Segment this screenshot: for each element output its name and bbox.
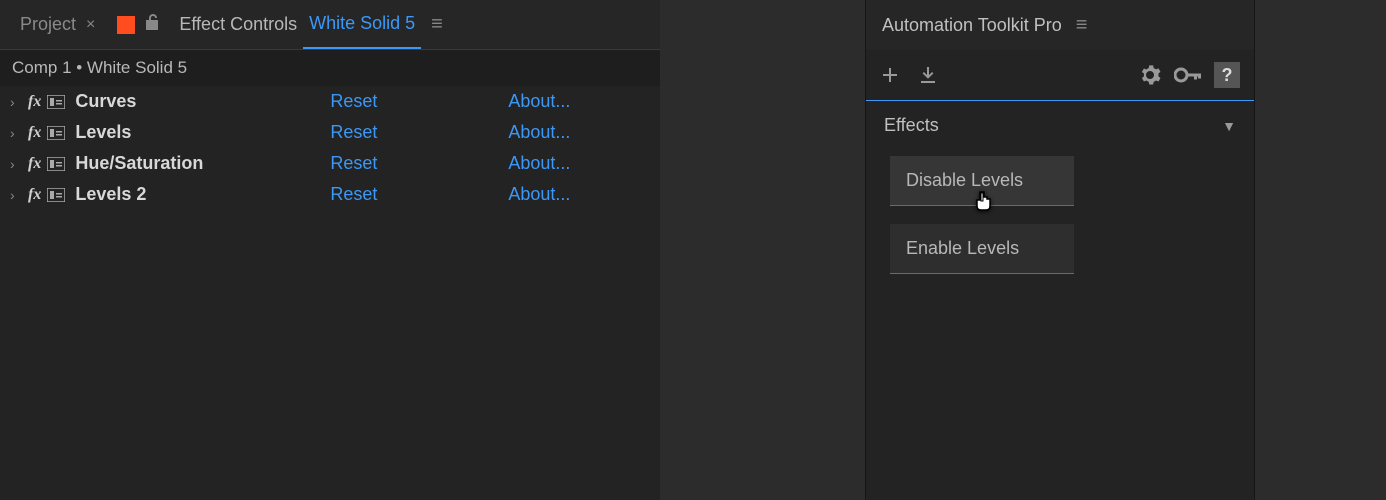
effect-name: Levels bbox=[75, 122, 330, 143]
tab-effect-controls[interactable]: Effect Controls bbox=[173, 0, 303, 49]
section-header-effects[interactable]: Effects ▼ bbox=[866, 101, 1254, 150]
active-layer-tab[interactable]: White Solid 5 bbox=[303, 0, 421, 49]
download-icon[interactable] bbox=[918, 65, 938, 85]
fx-icon[interactable]: fx bbox=[28, 93, 41, 111]
disable-levels-button[interactable]: Disable Levels bbox=[890, 156, 1074, 206]
effect-row[interactable]: › fx Levels Reset About... bbox=[0, 117, 660, 148]
panel-divider bbox=[660, 0, 865, 500]
right-tab-bar: Automation Toolkit Pro ≡ bbox=[866, 0, 1254, 50]
disclosure-icon[interactable]: › bbox=[10, 94, 22, 110]
panel-menu-icon[interactable]: ≡ bbox=[1076, 14, 1088, 37]
tab-effect-controls-label: Effect Controls bbox=[179, 14, 297, 35]
help-icon[interactable]: ? bbox=[1214, 62, 1240, 88]
effect-name: Curves bbox=[75, 91, 330, 112]
effect-list: › fx Curves Reset About... › fx Levels R… bbox=[0, 86, 660, 210]
color-swatch-icon[interactable] bbox=[117, 16, 135, 34]
effect-row[interactable]: › fx Curves Reset About... bbox=[0, 86, 660, 117]
active-layer-label: White Solid 5 bbox=[309, 13, 415, 34]
fx-icon[interactable]: fx bbox=[28, 155, 41, 173]
enable-levels-button[interactable]: Enable Levels bbox=[890, 224, 1074, 274]
breadcrumb: Comp 1 • White Solid 5 bbox=[0, 50, 660, 86]
effect-preset-icon[interactable] bbox=[47, 126, 65, 140]
effect-name: Hue/Saturation bbox=[75, 153, 330, 174]
effect-row[interactable]: › fx Levels 2 Reset About... bbox=[0, 179, 660, 210]
effect-preset-icon[interactable] bbox=[47, 95, 65, 109]
section-title: Effects bbox=[884, 115, 939, 136]
add-icon[interactable] bbox=[880, 65, 900, 85]
disclosure-icon[interactable]: › bbox=[10, 156, 22, 172]
effect-row[interactable]: › fx Hue/Saturation Reset About... bbox=[0, 148, 660, 179]
left-tab-bar: Project × Effect Controls White Solid 5 … bbox=[0, 0, 660, 50]
effect-about-link[interactable]: About... bbox=[508, 184, 570, 205]
effect-controls-panel: Project × Effect Controls White Solid 5 … bbox=[0, 0, 660, 500]
effect-reset-link[interactable]: Reset bbox=[330, 153, 508, 174]
chevron-down-icon: ▼ bbox=[1222, 118, 1236, 134]
toolbar: ? bbox=[866, 50, 1254, 101]
lock-icon[interactable] bbox=[145, 13, 161, 36]
effect-about-link[interactable]: About... bbox=[508, 122, 570, 143]
action-button-list: Disable Levels Enable Levels bbox=[866, 150, 1254, 298]
effect-preset-icon[interactable] bbox=[47, 188, 65, 202]
tab-project-label: Project bbox=[20, 14, 76, 35]
automation-toolkit-panel: Automation Toolkit Pro ≡ ? Effects ▼ Di bbox=[865, 0, 1255, 500]
fx-icon[interactable]: fx bbox=[28, 124, 41, 142]
disclosure-icon[interactable]: › bbox=[10, 187, 22, 203]
effect-about-link[interactable]: About... bbox=[508, 91, 570, 112]
tab-project[interactable]: Project × bbox=[8, 0, 107, 49]
disclosure-icon[interactable]: › bbox=[10, 125, 22, 141]
key-icon[interactable] bbox=[1174, 67, 1202, 83]
gear-icon[interactable] bbox=[1138, 63, 1162, 87]
effect-reset-link[interactable]: Reset bbox=[330, 91, 508, 112]
effect-reset-link[interactable]: Reset bbox=[330, 184, 508, 205]
effect-reset-link[interactable]: Reset bbox=[330, 122, 508, 143]
panel-divider bbox=[1255, 0, 1386, 500]
panel-title: Automation Toolkit Pro bbox=[882, 15, 1062, 36]
fx-icon[interactable]: fx bbox=[28, 186, 41, 204]
panel-menu-icon[interactable]: ≡ bbox=[431, 13, 443, 36]
effect-about-link[interactable]: About... bbox=[508, 153, 570, 174]
effect-name: Levels 2 bbox=[75, 184, 330, 205]
effect-preset-icon[interactable] bbox=[47, 157, 65, 171]
close-icon[interactable]: × bbox=[86, 16, 95, 34]
